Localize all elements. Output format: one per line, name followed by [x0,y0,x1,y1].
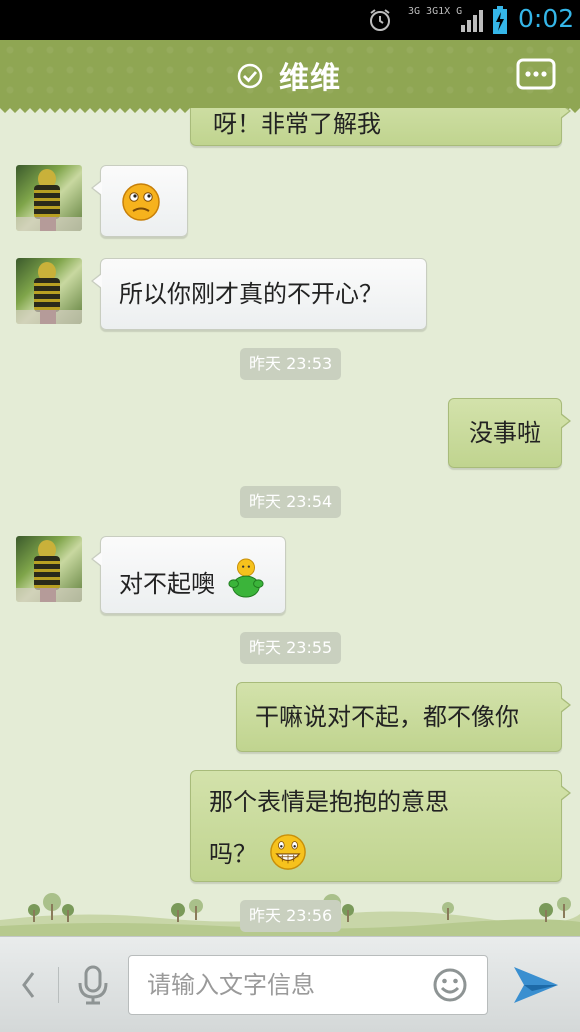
hug-figure-emoji-icon [228,558,264,598]
battery-charging-icon [493,6,507,34]
status-bar: 3G 3G1X G 0:02 [0,0,580,40]
message-input-bar: 请输入文字信息 [0,936,580,1032]
message-bubble-outgoing[interactable]: 呀！非常了解我 [190,108,571,146]
message-text-line-2: 吗？ [209,834,561,871]
chevron-left-icon[interactable] [18,965,38,1005]
clock-time: 0:02 [518,4,575,33]
message-bubble-incoming[interactable]: 对不起噢 [91,536,286,614]
contact-avatar[interactable] [16,165,82,231]
chat-header: 维维 [0,40,580,113]
message-text-line-1: 那个表情是抱抱的意思 [209,788,449,816]
message-text: 没事啦 [469,419,541,447]
chat-contact-name: 维维 [279,61,341,96]
contact-avatar[interactable] [16,258,82,324]
contact-avatar[interactable] [16,536,82,602]
message-text: 所以你刚才真的不开心？ [119,280,383,308]
emoji-picker-icon[interactable] [432,967,468,1003]
message-text: 干嘛说对不起，都不像你 [255,703,519,731]
message-bubble-outgoing[interactable]: 那个表情是抱抱的意思 吗？ [190,770,571,882]
message-text: 对不起噢 [119,570,215,598]
network-type-label: 3G 3G1X G [408,6,463,17]
alarm-clock-icon [370,9,390,31]
message-bubble-incoming[interactable]: 所以你刚才真的不开心？ [91,258,427,330]
message-timestamp: 昨天 23:55 [240,632,342,664]
microphone-icon[interactable] [76,965,110,1005]
message-timestamp: 昨天 23:56 [240,900,342,932]
send-icon[interactable] [512,963,560,1007]
message-timestamp: 昨天 23:54 [240,486,342,518]
verified-check-icon [237,63,263,89]
confused-face-emoji-icon [122,183,160,221]
message-bubble-outgoing[interactable]: 没事啦 [448,398,571,468]
more-options-icon[interactable] [516,58,556,90]
message-bubble-incoming[interactable] [91,165,188,237]
message-text: 呀！非常了解我 [213,110,381,138]
toolbar-divider [58,967,59,1003]
chat-message-list[interactable]: 呀！非常了解我 所以你刚才真的不开心？ 昨天 23:53 没事啦 昨天 23:5… [0,108,580,936]
message-text-line-2-text: 吗？ [209,840,257,868]
message-bubble-outgoing[interactable]: 干嘛说对不起，都不像你 [236,682,571,752]
signal-strength-icon [461,10,483,32]
message-timestamp: 昨天 23:53 [240,348,342,380]
grin-face-emoji-icon [269,834,306,870]
